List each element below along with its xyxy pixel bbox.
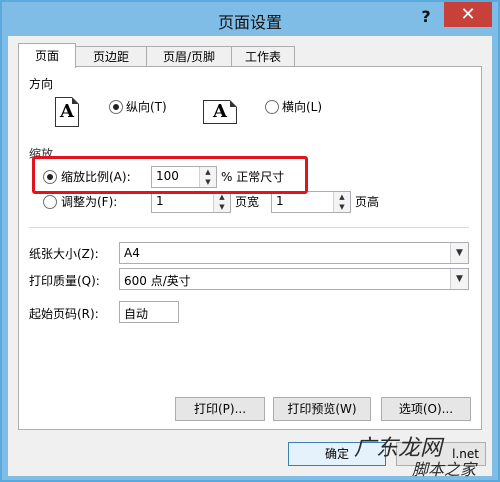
portrait-page-icon: A (55, 97, 79, 127)
spin-up-icon[interactable]: ▲ (334, 192, 350, 202)
close-button[interactable]: ✕ (444, 2, 492, 27)
dialog-body: 页面 页边距 页眉/页脚 工作表 方向 A 纵向(T) A 横向(L) 缩放 缩… (8, 36, 492, 476)
paper-size-value: A4 (124, 246, 140, 260)
landscape-page-icon: A (203, 100, 237, 124)
paper-size-label: 纸张大小(Z): (29, 247, 99, 261)
fit-to-radio[interactable] (43, 195, 57, 209)
pages-wide-stepper[interactable]: 1 ▲ ▼ (151, 191, 231, 213)
pages-wide-suffix: 页宽 (235, 195, 260, 209)
dialog-window: 页面设置 ? ✕ 页面 页边距 页眉/页脚 工作表 方向 A 纵向(T) A 横… (0, 0, 500, 482)
print-quality-value: 600 点/英寸 (124, 274, 191, 288)
print-quality-label: 打印质量(Q): (29, 274, 100, 288)
portrait-label[interactable]: 纵向(T) (126, 98, 167, 115)
paper-size-select[interactable]: A4 ▼ (119, 242, 469, 264)
print-button[interactable]: 打印(P)... (175, 397, 265, 421)
print-quality-select[interactable]: 600 点/英寸 ▼ (119, 268, 469, 290)
first-page-number-value: 自动 (124, 307, 149, 321)
tab-page[interactable]: 页面 (18, 43, 76, 68)
spin-down-icon[interactable]: ▼ (334, 202, 350, 212)
landscape-radio[interactable] (265, 100, 279, 114)
pages-tall-stepper[interactable]: 1 ▲ ▼ (271, 191, 351, 213)
tab-margins[interactable]: 页边距 (75, 46, 147, 67)
first-page-number-label: 起始页码(R): (29, 307, 99, 321)
fit-to-label[interactable]: 调整为(F): (61, 193, 117, 210)
pages-tall-suffix: 页高 (355, 195, 380, 209)
divider (29, 227, 469, 228)
tab-sheet[interactable]: 工作表 (231, 46, 295, 67)
print-preview-button[interactable]: 打印预览(W) (273, 397, 371, 421)
highlight-box (32, 156, 308, 194)
portrait-radio[interactable] (109, 100, 123, 114)
landscape-label[interactable]: 横向(L) (282, 98, 322, 115)
orientation-section-label: 方向 (29, 77, 54, 91)
spin-down-icon[interactable]: ▼ (214, 202, 230, 212)
tab-header-footer[interactable]: 页眉/页脚 (146, 46, 232, 67)
pages-wide-value: 1 (156, 194, 164, 208)
chevron-down-icon[interactable]: ▼ (450, 243, 468, 263)
page-tab-panel: 方向 A 纵向(T) A 横向(L) 缩放 缩放比例(A): 100 ▲ ▼ % … (18, 66, 482, 430)
pages-tall-value: 1 (276, 194, 284, 208)
first-page-number-field[interactable]: 自动 (119, 301, 179, 323)
chevron-down-icon[interactable]: ▼ (450, 269, 468, 289)
title-bar[interactable]: 页面设置 ? ✕ (2, 2, 498, 36)
options-button[interactable]: 选项(O)... (381, 397, 471, 421)
watermark-line2: 脚本之家 (412, 460, 477, 479)
help-button[interactable]: ? (412, 5, 440, 29)
